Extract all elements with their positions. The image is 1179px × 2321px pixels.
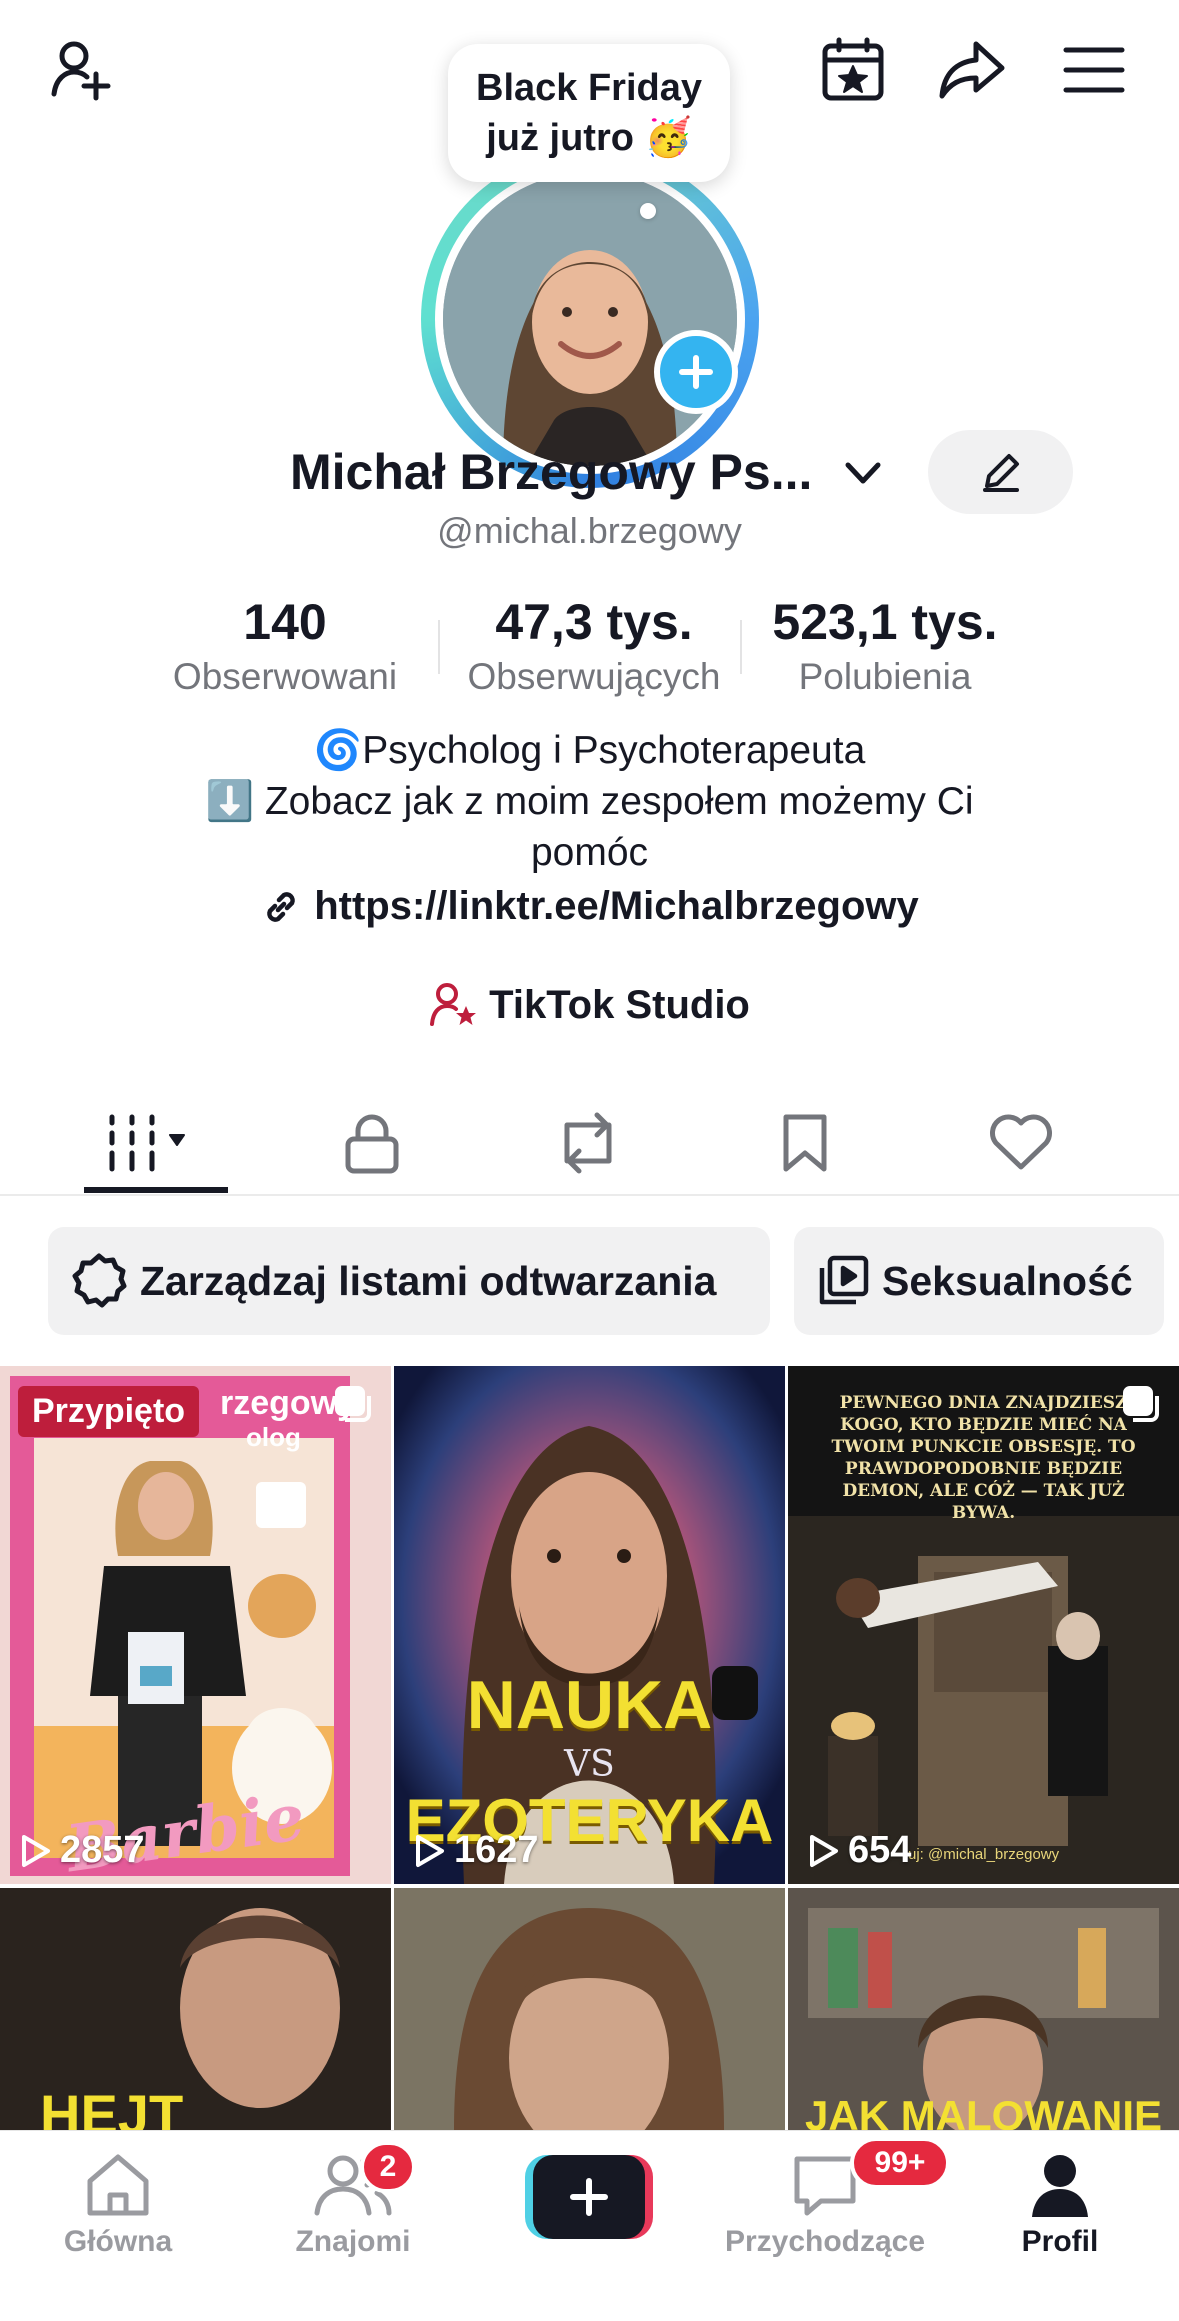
profile-stats: 140 Obserwowani 47,3 tys. Obserwujących …	[160, 590, 1020, 710]
lock-icon	[345, 1114, 399, 1174]
cover-vs-text: VS	[564, 1744, 615, 1785]
add-story-button[interactable]	[654, 330, 738, 414]
cover-title-text: JAK MALOWANIE	[805, 2092, 1162, 2130]
create-button[interactable]	[525, 2155, 653, 2239]
video-view-count: 2857	[16, 1829, 145, 1872]
stat-following[interactable]: 140 Obserwowani	[160, 590, 410, 700]
stat-likes-value: 523,1 tys.	[772, 594, 998, 650]
inbox-badge: 99+	[850, 2137, 950, 2189]
stat-likes[interactable]: 523,1 tys. Polubienia	[750, 590, 1020, 700]
video-thumbnail[interactable]: HEJT AKTORA	[0, 1888, 391, 2130]
multi-image-icon	[335, 1386, 371, 1422]
repost-icon	[564, 1112, 612, 1174]
stat-following-value: 140	[243, 594, 327, 650]
pinned-badge: Przypięto	[18, 1386, 200, 1437]
plus-icon	[570, 2178, 608, 2216]
video-thumbnail[interactable]	[394, 1888, 785, 2130]
playlist-chip[interactable]: Seksualność	[794, 1227, 1164, 1335]
bio-line-1: 🌀Psycholog i Psychoterapeuta	[313, 729, 866, 772]
play-icon	[22, 1834, 50, 1867]
multi-image-icon	[1123, 1386, 1159, 1422]
video-thumbnail[interactable]: rzegowy olog Barbie Przypięto 2857	[0, 1366, 391, 1884]
tab-active-indicator	[84, 1187, 228, 1193]
view-count-text: 2857	[60, 1829, 145, 1871]
bottom-navigation: Główna Znajomi 2 Przychodzące 99+ Profil	[0, 2130, 1179, 2321]
profile-handle: @michal.brzegowy	[437, 510, 742, 551]
video-thumbnail[interactable]: JAK MALOWANIE	[788, 1888, 1179, 2130]
cover-watermark-text: uj: @michal_brzegowy	[908, 1846, 1060, 1863]
profile-bio: 🌀Psycholog i Psychoterapeuta ⬇️ Zobacz j…	[0, 725, 1179, 878]
video-view-count: 654	[804, 1829, 911, 1872]
add-friend-icon[interactable]	[42, 30, 122, 110]
tab-private[interactable]	[297, 1090, 447, 1196]
black-friday-bubble[interactable]: Black Friday już jutro 🥳	[448, 44, 730, 182]
cover-caption-text: PEWNEGO DNIA ZNAJDZIESZ KOGO, KTO BĘDZIE…	[831, 1393, 1136, 1523]
stat-divider	[740, 620, 742, 674]
person-star-icon	[430, 983, 477, 1026]
video-view-count: 1627	[410, 1829, 539, 1872]
view-count-text: 1627	[454, 1829, 539, 1871]
profile-name[interactable]: Michał Brzegowy Ps...	[290, 437, 812, 507]
nav-home-label: Główna	[63, 2225, 173, 2258]
cover-subtitle-text: olog	[246, 1422, 301, 1452]
video-thumbnail[interactable]: NAUKA VS EZOTERYKA 1627	[394, 1366, 785, 1884]
bubble-tail-dot	[640, 203, 656, 219]
profile-icon	[1032, 2155, 1088, 2217]
cover-title-text: HEJT AKTORA	[40, 2083, 184, 2130]
bio-line-2: ⬇️ Zobacz jak z moim zespołem możemy Ci	[205, 780, 974, 823]
bookmark-icon	[783, 1114, 827, 1172]
stat-following-label: Obserwowani	[172, 656, 398, 697]
tab-liked[interactable]	[946, 1090, 1096, 1196]
home-icon	[87, 2154, 149, 2216]
video-cover	[394, 1888, 785, 2130]
nav-friends[interactable]: Znajomi	[253, 2151, 453, 2259]
bubble-line-2: już jutro 🥳	[486, 117, 692, 159]
avatar-photo	[443, 172, 737, 466]
hamburger-menu-icon[interactable]	[1054, 30, 1134, 110]
stat-divider	[438, 620, 440, 674]
grid-bars-icon	[109, 1114, 185, 1172]
friends-badge: 2	[360, 2141, 416, 2193]
stat-followers-label: Obserwujących	[467, 656, 721, 697]
tab-reposts[interactable]	[513, 1090, 663, 1196]
nav-inbox-label: Przychodzące	[724, 2225, 926, 2258]
tiktok-studio-link[interactable]: TikTok Studio	[0, 982, 1179, 1028]
bio-line-3: pomóc	[530, 831, 649, 874]
bubble-line-1: Black Friday	[476, 67, 702, 109]
manage-playlists-label: Zarządzaj listami odtwarzania	[140, 1257, 717, 1304]
tiktok-studio-label: TikTok Studio	[489, 982, 750, 1027]
stat-followers[interactable]: 47,3 tys. Obserwujących	[442, 590, 746, 700]
nav-profile[interactable]: Profil	[960, 2151, 1160, 2259]
playlist-icon	[819, 1255, 869, 1305]
edit-profile-button[interactable]	[928, 430, 1073, 514]
profile-tabs	[0, 1090, 1179, 1196]
share-arrow-icon[interactable]	[932, 30, 1012, 110]
nav-friends-label: Znajomi	[295, 2225, 411, 2258]
bio-link-text[interactable]: https://linktr.ee/Michalbrzegowy	[314, 884, 919, 929]
pencil-icon	[982, 454, 1019, 492]
nav-home[interactable]: Główna	[18, 2151, 218, 2259]
chevron-down-icon[interactable]	[840, 453, 886, 493]
play-icon	[416, 1834, 444, 1867]
nav-profile-label: Profil	[1021, 2225, 1099, 2258]
video-thumbnail[interactable]: PEWNEGO DNIA ZNAJDZIESZ KOGO, KTO BĘDZIE…	[788, 1366, 1179, 1884]
heart-icon	[990, 1114, 1052, 1170]
play-icon	[810, 1834, 838, 1867]
calendar-star-icon[interactable]	[813, 30, 893, 110]
playlist-chip-label: Seksualność	[882, 1257, 1133, 1304]
manage-playlists-button[interactable]: Zarządzaj listami odtwarzania	[48, 1227, 770, 1335]
stat-followers-value: 47,3 tys.	[495, 594, 693, 650]
stat-likes-label: Polubienia	[798, 656, 972, 697]
view-count-text: 654	[848, 1829, 912, 1871]
cover-title-text: NAUKA	[466, 1667, 713, 1743]
bio-link[interactable]: https://linktr.ee/Michalbrzegowy	[0, 884, 1179, 929]
gear-icon	[72, 1253, 127, 1308]
link-icon	[267, 891, 295, 922]
tab-videos[interactable]	[82, 1090, 232, 1196]
tab-favorites[interactable]	[730, 1090, 880, 1196]
